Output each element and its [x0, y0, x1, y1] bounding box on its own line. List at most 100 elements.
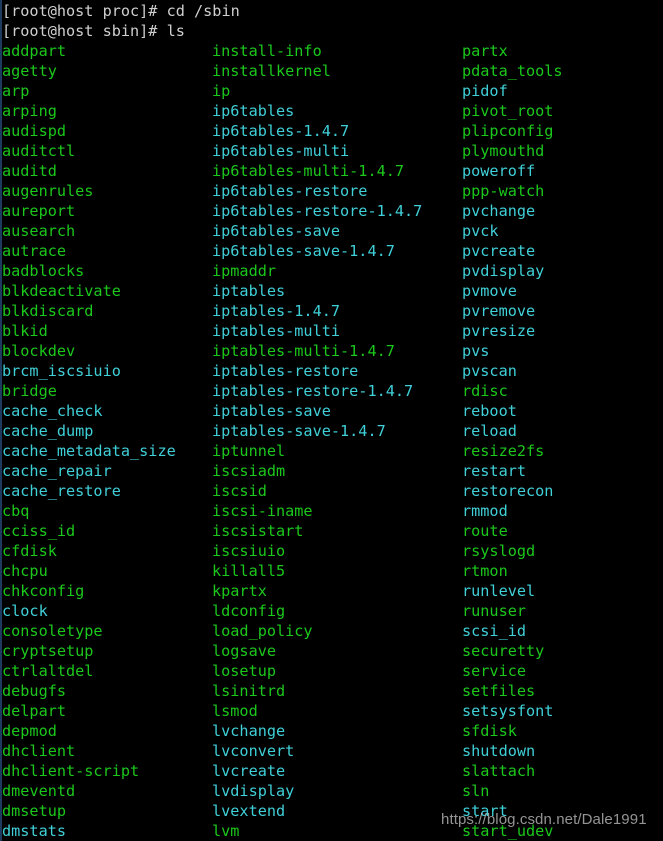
ls-entry: iptables-restore [212, 362, 359, 380]
ls-entry: scsi_id [462, 622, 527, 640]
ls-entry: iscsiuio [212, 542, 286, 560]
ls-entry: arping [2, 102, 57, 120]
ls-entry: pvdisplay [462, 262, 545, 280]
ls-entry: cache_dump [2, 422, 94, 440]
ls-entry: lvm [212, 822, 240, 840]
ls-entry: cache_restore [2, 482, 121, 500]
ls-entry: pdata_tools [462, 62, 563, 80]
ls-entry: partx [462, 42, 508, 60]
ls-entry: sfdisk [462, 722, 517, 740]
ls-entry: ip [212, 82, 231, 100]
ls-entry: dmsetup [2, 802, 67, 820]
ls-entry: pvscan [462, 362, 517, 380]
ls-entry: autrace [2, 242, 67, 260]
ls-entry: poweroff [462, 162, 536, 180]
ls-entry: ausearch [2, 222, 76, 240]
ls-entry: brcm_iscsiuio [2, 362, 121, 380]
ls-entry: cfdisk [2, 542, 57, 560]
ls-entry: iscsi-iname [212, 502, 313, 520]
ls-entry: setfiles [462, 682, 536, 700]
ls-entry: pvchange [462, 202, 536, 220]
ls-entry: service [462, 662, 527, 680]
ls-output: addpart agetty arp arping audispd auditctl aud… [0, 41, 663, 841]
ls-column-2: install-info installkernel ip ip6tables ip6t… [212, 41, 422, 841]
ls-entry: setsysfont [462, 702, 554, 720]
ls-entry: consoletype [2, 622, 103, 640]
ls-entry: blkdiscard [2, 302, 94, 320]
ls-entry: ip6tables-save [212, 222, 341, 240]
ls-entry: chcpu [2, 562, 48, 580]
ls-entry: runuser [462, 602, 527, 620]
prompt-history: [root@host proc]# cd /sbin [root@host sb… [2, 1, 661, 41]
prompt-line-1: [root@host proc]# cd /sbin [2, 2, 240, 20]
prompt-line-2: [root@host sbin]# ls [2, 22, 185, 40]
ls-entry: clock [2, 602, 48, 620]
ls-entry: cache_metadata_size [2, 442, 176, 460]
ls-entry: dhclient [2, 742, 76, 760]
ls-entry: ip6tables-multi-1.4.7 [212, 162, 405, 180]
ls-entry: chkconfig [2, 582, 85, 600]
ls-entry: logsave [212, 642, 277, 660]
ls-entry: iptables-save [212, 402, 331, 420]
terminal-window[interactable]: [root@host proc]# cd /sbin [root@host sb… [0, 0, 663, 841]
ls-entry: pvcreate [462, 242, 536, 260]
ls-entry: rsyslogd [462, 542, 536, 560]
ls-entry: rdisc [462, 382, 508, 400]
ls-entry: dhclient-script [2, 762, 140, 780]
ls-entry: ldconfig [212, 602, 286, 620]
ls-entry: ip6tables [212, 102, 295, 120]
ls-entry: delpart [2, 702, 67, 720]
ls-entry: ip6tables-restore-1.4.7 [212, 202, 423, 220]
ls-entry: iscsistart [212, 522, 304, 540]
ls-entry: restorecon [462, 482, 554, 500]
ls-entry: lvchange [212, 722, 286, 740]
ls-entry: lvconvert [212, 742, 295, 760]
ls-entry: arp [2, 82, 30, 100]
ls-entry: plymouthd [462, 142, 545, 160]
ls-entry: cbq [2, 502, 30, 520]
ls-entry: pvck [462, 222, 499, 240]
ls-entry: iscsid [212, 482, 267, 500]
ls-entry: ip6tables-multi [212, 142, 350, 160]
ls-entry: securetty [462, 642, 545, 660]
ls-column-3: partx pdata_tools pidof pivot_root plipconfi… [462, 41, 563, 841]
ls-entry: bridge [2, 382, 57, 400]
ls-entry: cache_repair [2, 462, 112, 480]
ls-entry: reboot [462, 402, 517, 420]
ls-entry: iscsiadm [212, 462, 286, 480]
ls-entry: pvremove [462, 302, 536, 320]
ls-entry: killall5 [212, 562, 286, 580]
ls-entry: rtmon [462, 562, 508, 580]
ls-entry: ip6tables-save-1.4.7 [212, 242, 395, 260]
ls-entry: ip6tables-1.4.7 [212, 122, 350, 140]
ls-entry: ppp-watch [462, 182, 545, 200]
ls-entry: lvcreate [212, 762, 286, 780]
ls-entry: ip6tables-restore [212, 182, 368, 200]
ls-entry: iptables-restore-1.4.7 [212, 382, 414, 400]
ls-entry: slattach [462, 762, 536, 780]
ls-entry: route [462, 522, 508, 540]
ls-entry: pivot_root [462, 102, 554, 120]
ls-entry: iptunnel [212, 442, 286, 460]
ls-entry: cciss_id [2, 522, 76, 540]
ls-entry: rmmod [462, 502, 508, 520]
ls-entry: iptables-multi [212, 322, 341, 340]
ls-entry: agetty [2, 62, 57, 80]
ls-column-1: addpart agetty arp arping audispd auditctl aud… [2, 41, 176, 841]
ls-entry: lvdisplay [212, 782, 295, 800]
ls-entry: pvmove [462, 282, 517, 300]
ls-entry: dmeventd [2, 782, 76, 800]
ls-entry: pvs [462, 342, 490, 360]
ls-entry: shutdown [462, 742, 536, 760]
ls-entry: install-info [212, 42, 322, 60]
ls-entry: blkid [2, 322, 48, 340]
ls-entry: aureport [2, 202, 76, 220]
ls-entry: blockdev [2, 342, 76, 360]
ls-entry: ctrlaltdel [2, 662, 94, 680]
ls-entry: sln [462, 782, 490, 800]
ls-entry: depmod [2, 722, 57, 740]
ls-entry: runlevel [462, 582, 536, 600]
ls-entry: iptables-1.4.7 [212, 302, 341, 320]
ls-entry: kpartx [212, 582, 267, 600]
ls-entry: load_policy [212, 622, 313, 640]
